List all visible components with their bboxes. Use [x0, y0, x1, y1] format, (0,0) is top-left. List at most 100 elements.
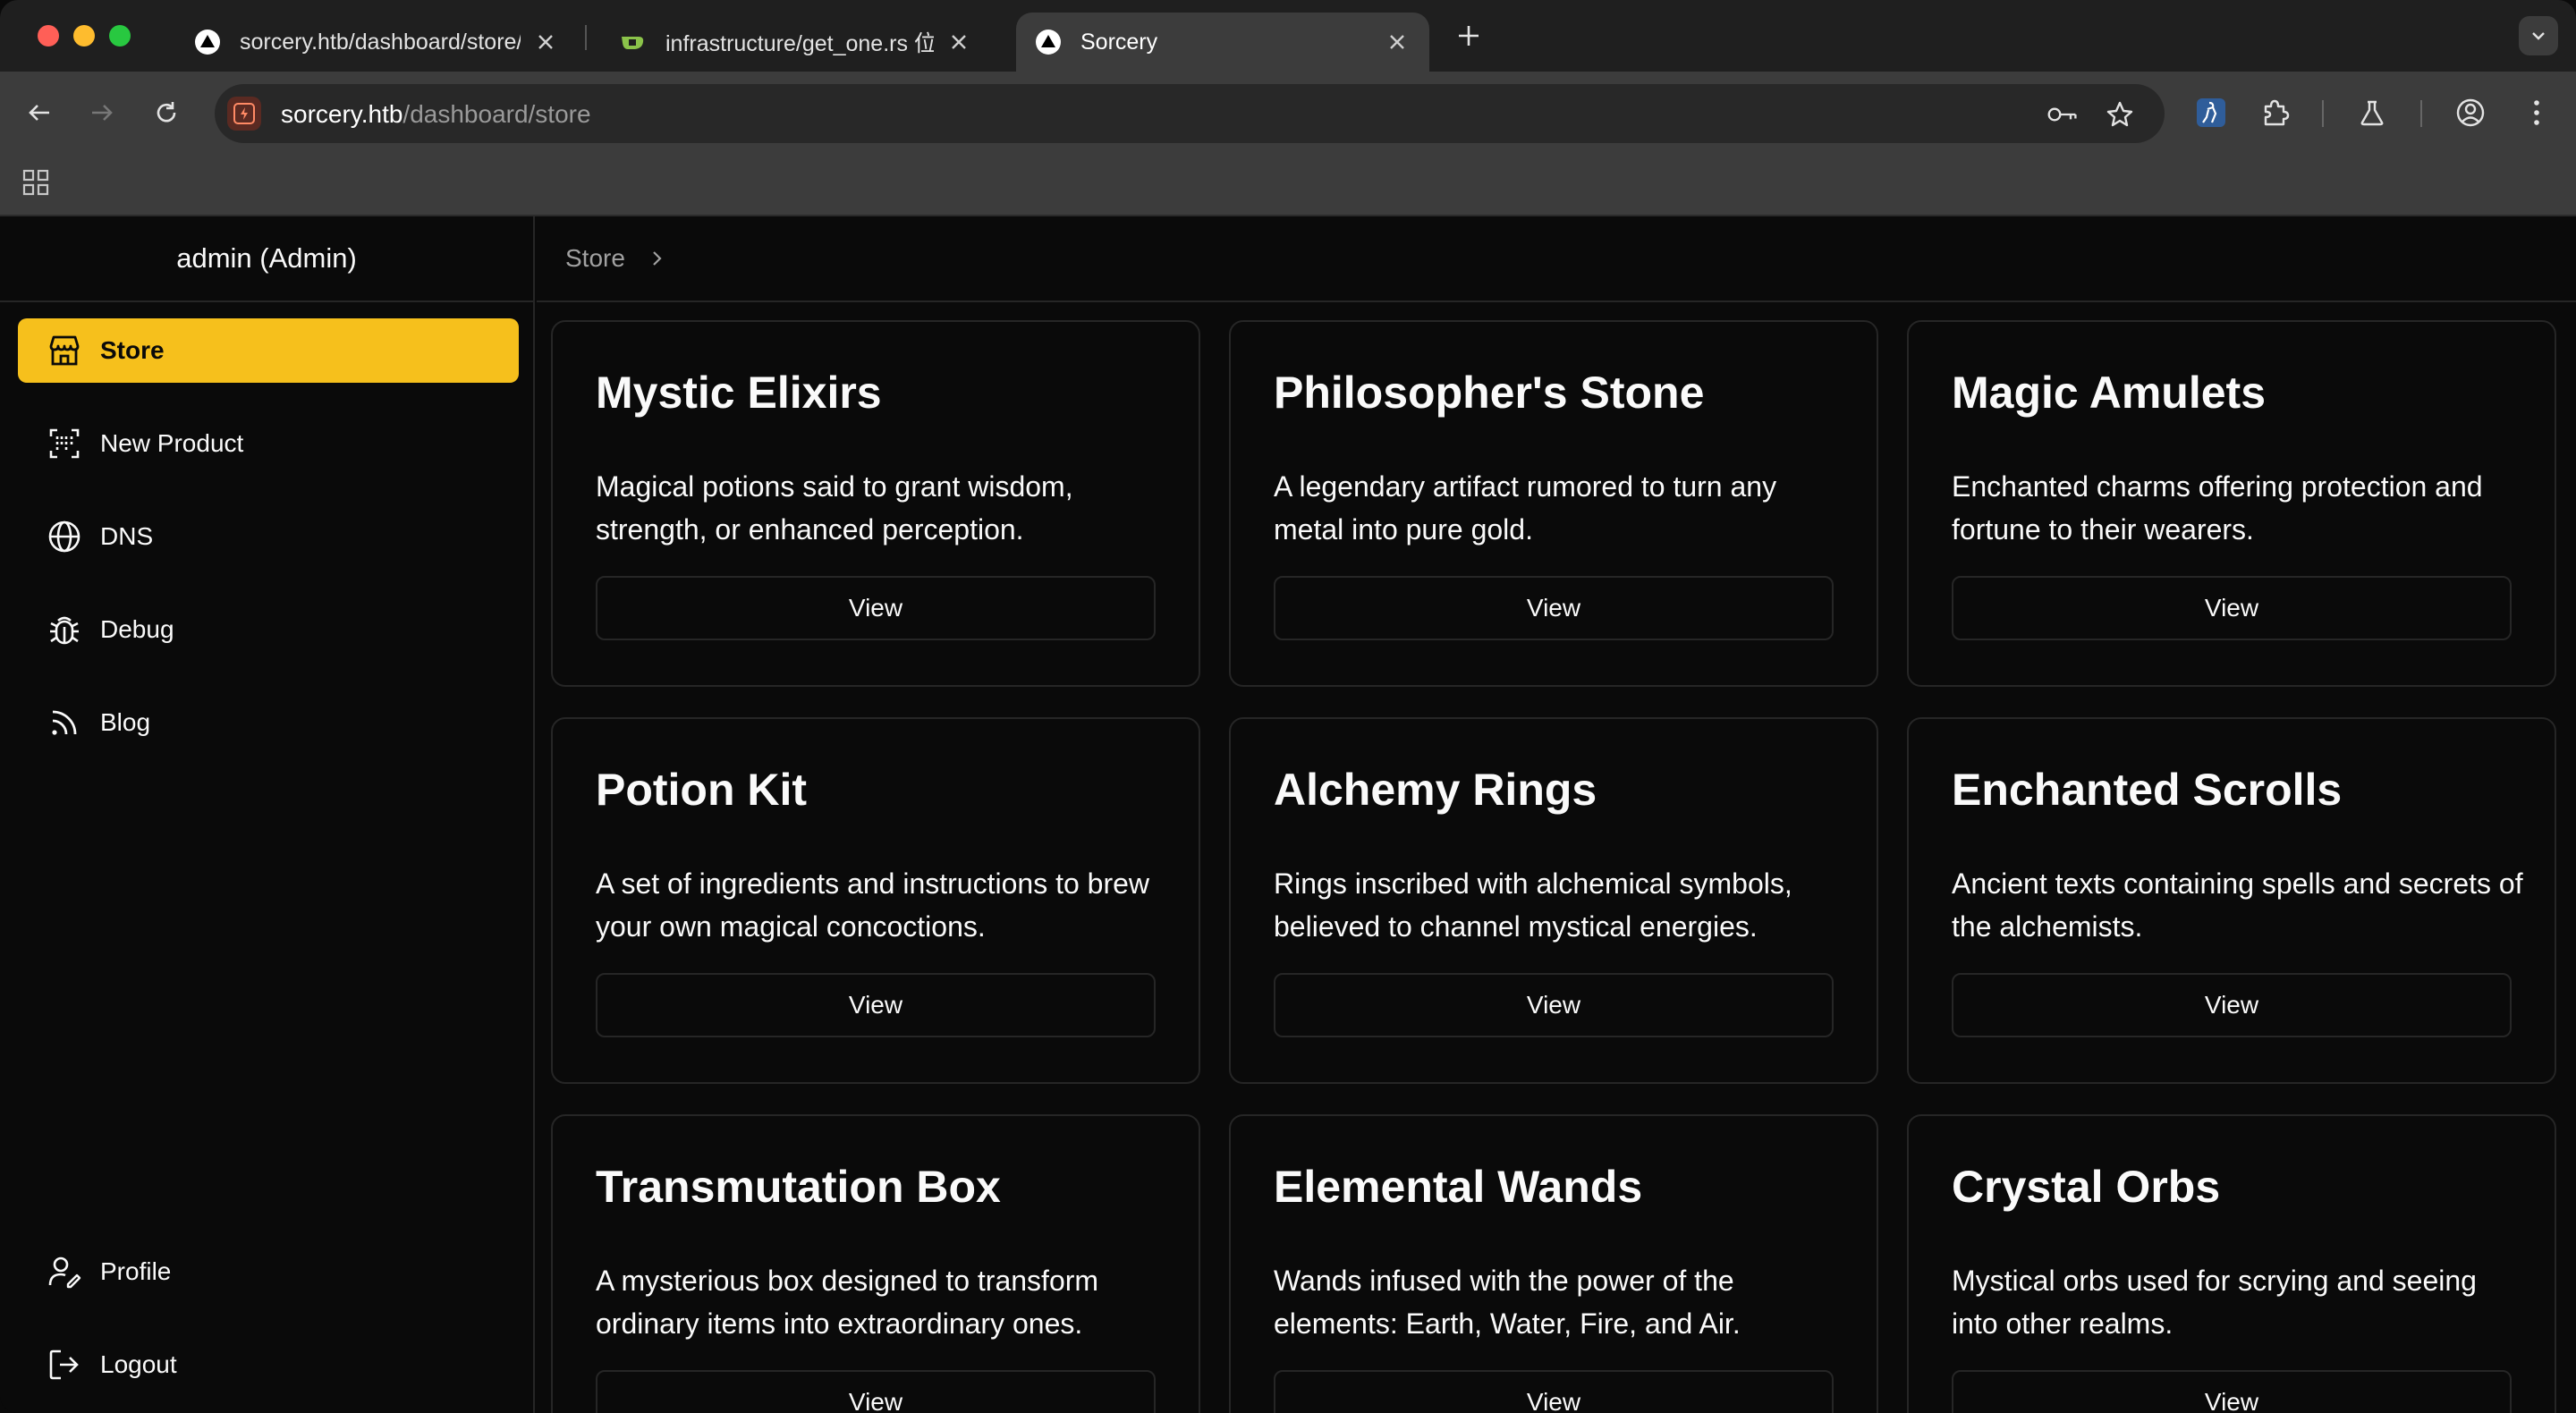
- sidebar-item-label: Profile: [100, 1257, 172, 1285]
- product-description: A legendary artifact rumored to turn any…: [1274, 470, 1777, 546]
- chevron-right-icon: [647, 249, 666, 268]
- product-card: Elemental Wands Wands infused with the p…: [1229, 1114, 1878, 1413]
- labs-flask-icon[interactable]: [2351, 91, 2394, 134]
- tab-2[interactable]: infrastructure/get_one.rs 位于: [601, 13, 991, 72]
- view-button[interactable]: View: [1274, 576, 1834, 640]
- product-card: Philosopher's Stone A legendary artifact…: [1229, 320, 1878, 687]
- bug-icon: [47, 612, 82, 647]
- product-card: Crystal Orbs Mystical orbs used for scry…: [1907, 1114, 2556, 1413]
- sidebar-item-label: Debug: [100, 615, 174, 643]
- product-title: Elemental Wands: [1274, 1162, 1643, 1212]
- product-title: Potion Kit: [596, 765, 808, 815]
- sidebar-item-label: Logout: [100, 1350, 177, 1378]
- apps-grid-icon[interactable]: [20, 166, 52, 199]
- view-button[interactable]: View: [1952, 1370, 2512, 1413]
- tab-1[interactable]: sorcery.htb/dashboard/store/: [175, 13, 578, 72]
- product-title: Enchanted Scrolls: [1952, 765, 2343, 815]
- profile-avatar-icon[interactable]: [2449, 91, 2492, 134]
- site-info-icon[interactable]: [227, 97, 261, 131]
- sidebar-item-logout[interactable]: Logout: [18, 1333, 519, 1397]
- breadcrumb-item-store[interactable]: Store: [565, 244, 625, 273]
- product-description: Wands infused with the power of the elem…: [1274, 1265, 1741, 1340]
- address-bar[interactable]: sorcery.htb/dashboard/store: [215, 84, 2165, 143]
- sidebar-user-label: admin (Admin): [0, 216, 533, 302]
- toolbar-separator: [2322, 100, 2324, 127]
- product-card: Enchanted Scrolls Ancient texts containi…: [1907, 717, 2556, 1084]
- reload-button[interactable]: [145, 91, 188, 134]
- minimize-window-button[interactable]: [73, 25, 95, 47]
- sidebar-item-new-product[interactable]: New Product: [18, 411, 519, 476]
- product-card: Transmutation Box A mysterious box desig…: [551, 1114, 1200, 1413]
- close-window-button[interactable]: [38, 25, 59, 47]
- tab-separator: [585, 25, 587, 50]
- sidebar-item-label: New Product: [100, 429, 244, 457]
- scan-icon: [47, 426, 82, 461]
- triangle-favicon-icon: [1034, 28, 1063, 56]
- sidebar-item-profile[interactable]: Profile: [18, 1240, 519, 1304]
- sidebar-item-dns[interactable]: DNS: [18, 504, 519, 569]
- forward-button[interactable]: [80, 91, 123, 134]
- tab-title: infrastructure/get_one.rs 位于: [665, 31, 934, 56]
- tab-search-button[interactable]: [2519, 16, 2558, 55]
- tab-strip: sorcery.htb/dashboard/store/ infrastruct…: [0, 0, 2576, 72]
- view-button[interactable]: View: [1274, 1370, 1834, 1413]
- product-description: Mystical orbs used for scrying and seein…: [1952, 1265, 2477, 1340]
- product-card: Mystic Elixirs Magical potions said to g…: [551, 320, 1200, 687]
- view-button[interactable]: View: [596, 973, 1156, 1037]
- close-tab-icon[interactable]: [531, 28, 560, 56]
- tab-3-active[interactable]: Sorcery: [1016, 13, 1429, 72]
- product-description: Ancient texts containing spells and secr…: [1952, 867, 2523, 943]
- logout-icon: [47, 1347, 82, 1383]
- product-title: Magic Amulets: [1952, 368, 2267, 418]
- product-description: Enchanted charms offering protection and…: [1952, 470, 2483, 546]
- bookmarks-bar: [0, 154, 2576, 216]
- browser-window: sorcery.htb/dashboard/store/ infrastruct…: [0, 0, 2576, 1413]
- close-tab-icon[interactable]: [945, 28, 973, 56]
- maximize-window-button[interactable]: [109, 25, 131, 47]
- user-pen-icon: [47, 1254, 82, 1290]
- sidebar-item-label: Blog: [100, 708, 151, 736]
- product-card: Magic Amulets Enchanted charms offering …: [1907, 320, 2556, 687]
- view-button[interactable]: View: [596, 1370, 1156, 1413]
- sidebar-item-debug[interactable]: Debug: [18, 597, 519, 662]
- tab-title: sorcery.htb/dashboard/store/: [240, 29, 521, 55]
- view-button[interactable]: View: [1274, 973, 1834, 1037]
- product-description: A mysterious box designed to transform o…: [596, 1265, 1099, 1340]
- sidebar-item-blog[interactable]: Blog: [18, 690, 519, 755]
- close-tab-icon[interactable]: [1383, 28, 1411, 56]
- breadcrumb: Store: [537, 216, 2576, 302]
- main-content: Store Mystic Elixirs Magical potions sai…: [537, 216, 2576, 1413]
- browser-menu-icon[interactable]: [2515, 91, 2558, 134]
- product-title: Crystal Orbs: [1952, 1162, 2221, 1212]
- globe-icon: [47, 519, 82, 554]
- product-description: Magical potions said to grant wisdom, st…: [596, 470, 1073, 546]
- store-icon: [47, 333, 82, 368]
- product-title: Philosopher's Stone: [1274, 368, 1705, 418]
- product-title: Alchemy Rings: [1274, 765, 1597, 815]
- extension-icon[interactable]: [2190, 91, 2233, 134]
- sidebar: admin (Admin) Store New Product DNS Debu…: [0, 216, 535, 1413]
- web-page: admin (Admin) Store New Product DNS Debu…: [0, 216, 2576, 1413]
- gitea-favicon-icon: [619, 28, 648, 56]
- password-key-icon[interactable]: [2046, 98, 2079, 131]
- sidebar-item-label: Store: [100, 336, 165, 364]
- url-path: /dashboard/store: [402, 100, 591, 128]
- bookmark-star-icon[interactable]: [2104, 98, 2136, 131]
- product-card: Potion Kit A set of ingredients and inst…: [551, 717, 1200, 1084]
- sidebar-item-store[interactable]: Store: [18, 318, 519, 383]
- product-card: Alchemy Rings Rings inscribed with alche…: [1229, 717, 1878, 1084]
- back-button[interactable]: [18, 91, 61, 134]
- extensions-puzzle-icon[interactable]: [2254, 91, 2297, 134]
- new-tab-button[interactable]: [1449, 16, 1488, 55]
- tab-title: Sorcery: [1080, 29, 1158, 55]
- product-title: Transmutation Box: [596, 1162, 1001, 1212]
- view-button[interactable]: View: [596, 576, 1156, 640]
- view-button[interactable]: View: [1952, 576, 2512, 640]
- view-button[interactable]: View: [1952, 973, 2512, 1037]
- product-title: Mystic Elixirs: [596, 368, 882, 418]
- browser-toolbar: sorcery.htb/dashboard/store: [0, 72, 2576, 154]
- url-text: sorcery.htb/dashboard/store: [281, 100, 591, 129]
- product-description: A set of ingredients and instructions to…: [596, 867, 1150, 943]
- rss-icon: [47, 705, 82, 740]
- sidebar-item-label: DNS: [100, 522, 154, 550]
